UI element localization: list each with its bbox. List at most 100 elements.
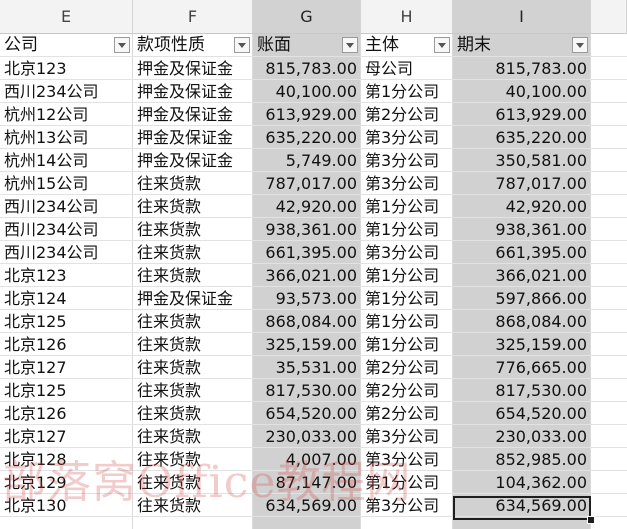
cell-e[interactable]: 北京123 xyxy=(0,264,133,287)
column-header-f[interactable]: F xyxy=(133,0,253,34)
cell-e[interactable]: 西川234公司 xyxy=(0,241,133,264)
cell-h[interactable]: 第1分公司 xyxy=(361,218,453,241)
column-header-e[interactable]: E xyxy=(0,0,133,34)
cell-i[interactable]: 42,920.00 xyxy=(453,195,591,218)
cell-h[interactable]: 第3分公司 xyxy=(361,425,453,448)
cell-g[interactable]: 634,569.00 xyxy=(253,494,361,517)
filter-dropdown-button[interactable] xyxy=(434,37,450,53)
header-cell[interactable]: 期末 xyxy=(453,34,571,57)
cell-g[interactable]: 613,929.00 xyxy=(253,103,361,126)
cell-i[interactable]: 661,395.00 xyxy=(453,241,591,264)
active-cell-border[interactable] xyxy=(453,496,591,520)
cell-i[interactable]: 654,520.00 xyxy=(453,402,591,425)
cell-g[interactable]: 5,749.00 xyxy=(253,149,361,172)
cell-f[interactable]: 往来货款 xyxy=(133,356,253,379)
cell-e[interactable]: 杭州15公司 xyxy=(0,172,133,195)
cell-g[interactable]: 93,573.00 xyxy=(253,287,361,310)
cell-g[interactable]: 87,147.00 xyxy=(253,471,361,494)
cell-h[interactable]: 第1分公司 xyxy=(361,333,453,356)
cell-i[interactable]: 817,530.00 xyxy=(453,379,591,402)
cell-e[interactable]: 北京128 xyxy=(0,448,133,471)
cell-i[interactable]: 40,100.00 xyxy=(453,80,591,103)
header-cell[interactable]: 公司 xyxy=(0,34,113,57)
column-header-next[interactable] xyxy=(591,0,627,34)
fill-handle[interactable] xyxy=(587,516,595,524)
cell-e[interactable]: 西川234公司 xyxy=(0,80,133,103)
cell-g[interactable]: 787,017.00 xyxy=(253,172,361,195)
cell-f[interactable]: 押金及保证金 xyxy=(133,126,253,149)
cell-e[interactable]: 北京125 xyxy=(0,379,133,402)
filter-dropdown-button[interactable] xyxy=(234,37,250,53)
cell-e[interactable]: 杭州13公司 xyxy=(0,126,133,149)
cell-g[interactable]: 325,159.00 xyxy=(253,333,361,356)
cell-f[interactable]: 往来货款 xyxy=(133,218,253,241)
cell-h[interactable]: 第1分公司 xyxy=(361,80,453,103)
cell-h[interactable]: 第1分公司 xyxy=(361,310,453,333)
header-cell[interactable]: 款项性质 xyxy=(133,34,233,57)
column-header-g[interactable]: G xyxy=(253,0,361,34)
cell-i[interactable]: 325,159.00 xyxy=(453,333,591,356)
cell-f[interactable]: 往来货款 xyxy=(133,310,253,333)
cell-i[interactable]: 868,084.00 xyxy=(453,310,591,333)
cell-g[interactable]: 4,007.00 xyxy=(253,448,361,471)
cell-e[interactable]: 北京130 xyxy=(0,494,133,517)
cell-e[interactable]: 北京127 xyxy=(0,356,133,379)
cell-g[interactable]: 635,220.00 xyxy=(253,126,361,149)
cell-g[interactable]: 868,084.00 xyxy=(253,310,361,333)
cell-i[interactable]: 776,665.00 xyxy=(453,356,591,379)
cell-f[interactable]: 押金及保证金 xyxy=(133,57,253,80)
header-cell[interactable]: 账面 xyxy=(253,34,341,57)
cell-i[interactable]: 104,362.00 xyxy=(453,471,591,494)
column-header-h[interactable]: H xyxy=(361,0,453,34)
cell-g[interactable]: 938,361.00 xyxy=(253,218,361,241)
cell-h[interactable]: 母公司 xyxy=(361,57,453,80)
filter-dropdown-button[interactable] xyxy=(572,37,588,53)
cell-h[interactable]: 第2分公司 xyxy=(361,356,453,379)
cell-g[interactable]: 817,530.00 xyxy=(253,379,361,402)
header-cell[interactable]: 主体 xyxy=(361,34,433,57)
column-header-i[interactable]: I xyxy=(453,0,591,34)
cell-g[interactable]: 230,033.00 xyxy=(253,425,361,448)
cell-g[interactable]: 366,021.00 xyxy=(253,264,361,287)
cell-i[interactable]: 852,985.00 xyxy=(453,448,591,471)
cell-g[interactable]: 661,395.00 xyxy=(253,241,361,264)
cell-h[interactable]: 第1分公司 xyxy=(361,264,453,287)
cell-e[interactable]: 北京126 xyxy=(0,402,133,425)
cell-h[interactable]: 第2分公司 xyxy=(361,379,453,402)
cell-g[interactable]: 815,783.00 xyxy=(253,57,361,80)
cell-f[interactable]: 押金及保证金 xyxy=(133,149,253,172)
cell-h[interactable]: 第3分公司 xyxy=(361,126,453,149)
cell-e[interactable]: 杭州14公司 xyxy=(0,149,133,172)
cell-e[interactable]: 北京124 xyxy=(0,287,133,310)
cell-f[interactable]: 往来货款 xyxy=(133,494,253,517)
cell-e[interactable]: 北京123 xyxy=(0,57,133,80)
cell-h[interactable]: 第3分公司 xyxy=(361,494,453,517)
cell-f[interactable]: 往来货款 xyxy=(133,379,253,402)
cell-i[interactable]: 230,033.00 xyxy=(453,425,591,448)
cell-f[interactable]: 往来货款 xyxy=(133,448,253,471)
cell-e[interactable]: 北京125 xyxy=(0,310,133,333)
cell-i[interactable]: 366,021.00 xyxy=(453,264,591,287)
cell-i[interactable]: 597,866.00 xyxy=(453,287,591,310)
cell-f[interactable]: 往来货款 xyxy=(133,241,253,264)
cell-i[interactable]: 635,220.00 xyxy=(453,126,591,149)
cell-i[interactable]: 938,361.00 xyxy=(453,218,591,241)
cell-g[interactable]: 42,920.00 xyxy=(253,195,361,218)
cell-g[interactable]: 35,531.00 xyxy=(253,356,361,379)
cell-h[interactable]: 第2分公司 xyxy=(361,402,453,425)
cell-f[interactable]: 押金及保证金 xyxy=(133,80,253,103)
cell-e[interactable]: 西川234公司 xyxy=(0,218,133,241)
cell-i[interactable]: 815,783.00 xyxy=(453,57,591,80)
cell-f[interactable]: 往来货款 xyxy=(133,402,253,425)
cell-g[interactable]: 654,520.00 xyxy=(253,402,361,425)
cell-h[interactable]: 第3分公司 xyxy=(361,172,453,195)
cell-h[interactable]: 第1分公司 xyxy=(361,195,453,218)
cell-f[interactable]: 往来货款 xyxy=(133,264,253,287)
cell-i[interactable]: 787,017.00 xyxy=(453,172,591,195)
filter-dropdown-button[interactable] xyxy=(342,37,358,53)
cell-i[interactable]: 613,929.00 xyxy=(453,103,591,126)
cell-h[interactable]: 第1分公司 xyxy=(361,471,453,494)
cell-e[interactable]: 杭州12公司 xyxy=(0,103,133,126)
cell-h[interactable]: 第2分公司 xyxy=(361,103,453,126)
cell-e[interactable]: 北京126 xyxy=(0,333,133,356)
